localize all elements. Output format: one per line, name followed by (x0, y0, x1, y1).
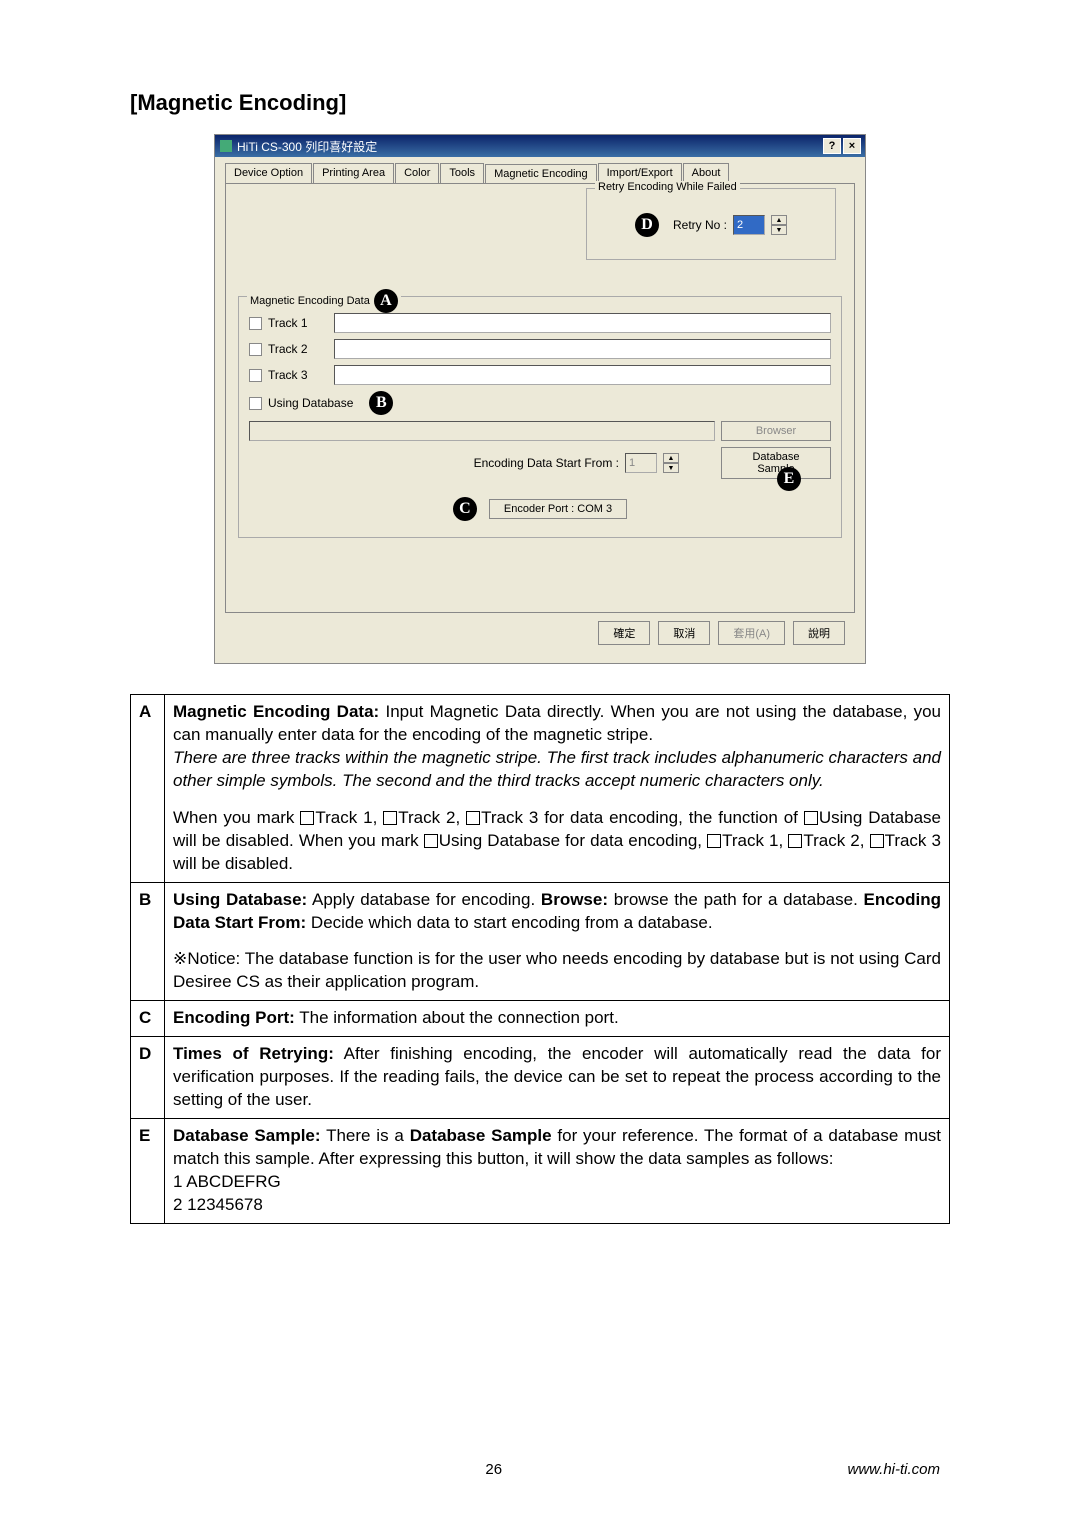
row-desc: Times of Retrying: After finishing encod… (165, 1037, 950, 1119)
cancel-button[interactable]: 取消 (658, 621, 710, 645)
checkbox-icon (870, 834, 884, 848)
retry-group-title: Retry Encoding While Failed (595, 181, 740, 193)
tab-panel: Retry Encoding While Failed D Retry No :… (225, 183, 855, 613)
track3-checkbox[interactable] (249, 369, 262, 382)
table-row: A Magnetic Encoding Data: Input Magnetic… (131, 695, 950, 883)
track1-checkbox[interactable] (249, 317, 262, 330)
encoder-port-label: Encoder Port : COM 3 (489, 499, 627, 519)
track2-checkbox[interactable] (249, 343, 262, 356)
track2-input[interactable] (334, 339, 831, 359)
row-key: D (131, 1037, 165, 1119)
tab-strip: Device Option Printing Area Color Tools … (225, 163, 855, 183)
checkbox-icon (424, 834, 438, 848)
checkbox-icon (300, 811, 314, 825)
table-row: E Database Sample: There is a Database S… (131, 1119, 950, 1224)
using-database-checkbox[interactable] (249, 397, 262, 410)
track3-input[interactable] (334, 365, 831, 385)
page-number: 26 (140, 1461, 847, 1478)
close-button[interactable]: × (843, 138, 861, 154)
encoding-start-spinner[interactable]: ▲▼ (663, 453, 679, 473)
callout-b: B (369, 391, 393, 415)
retry-spinner[interactable]: ▲▼ (771, 215, 787, 235)
row-key: E (131, 1119, 165, 1224)
dialog-titlebar: HiTi CS-300 列印喜好設定 ? × (215, 135, 865, 157)
row-key: C (131, 1001, 165, 1037)
checkbox-icon (466, 811, 480, 825)
dialog-title: HiTi CS-300 列印喜好設定 (237, 138, 823, 155)
callout-a: A (374, 289, 398, 313)
section-heading: [Magnetic Encoding] (130, 90, 950, 116)
table-row: B Using Database: Apply database for enc… (131, 882, 950, 1001)
tab-tools[interactable]: Tools (440, 163, 484, 183)
checkbox-icon (804, 811, 818, 825)
retry-group: Retry Encoding While Failed D Retry No :… (586, 188, 836, 260)
tab-import-export[interactable]: Import/Export (598, 163, 682, 183)
retry-value[interactable]: 2 (733, 215, 765, 235)
apply-button[interactable]: 套用(A) (718, 621, 785, 645)
row-desc: Using Database: Apply database for encod… (165, 882, 950, 1001)
encoding-group-title: Magnetic Encoding Data (250, 295, 370, 307)
using-database-label: Using Database (268, 396, 353, 410)
track1-label: Track 1 (268, 316, 328, 330)
database-path-input (249, 421, 715, 441)
row-desc: Encoding Port: The information about the… (165, 1001, 950, 1037)
track1-input[interactable] (334, 313, 831, 333)
description-table: A Magnetic Encoding Data: Input Magnetic… (130, 694, 950, 1224)
tab-magnetic-encoding[interactable]: Magnetic Encoding (485, 164, 597, 184)
tab-color[interactable]: Color (395, 163, 439, 183)
help-button[interactable]: ? (823, 138, 841, 154)
table-row: C Encoding Port: The information about t… (131, 1001, 950, 1037)
callout-c: C (453, 497, 477, 521)
track2-label: Track 2 (268, 342, 328, 356)
database-sample-button[interactable]: Database Sample (721, 447, 831, 479)
retry-label: Retry No : (673, 218, 727, 232)
encoding-start-label: Encoding Data Start From : (474, 456, 619, 470)
encoding-start-value[interactable]: 1 (625, 453, 657, 473)
help-button-2[interactable]: 說明 (793, 621, 845, 645)
row-desc: Database Sample: There is a Database Sam… (165, 1119, 950, 1224)
checkbox-icon (707, 834, 721, 848)
tab-device-option[interactable]: Device Option (225, 163, 312, 183)
footer-url: www.hi-ti.com (847, 1461, 940, 1478)
ok-button[interactable]: 確定 (598, 621, 650, 645)
checkbox-icon (788, 834, 802, 848)
table-row: D Times of Retrying: After finishing enc… (131, 1037, 950, 1119)
page-footer: 26 www.hi-ti.com (0, 1461, 1080, 1478)
row-key: A (131, 695, 165, 883)
preferences-dialog: HiTi CS-300 列印喜好設定 ? × Device Option Pri… (214, 134, 866, 664)
tab-about[interactable]: About (683, 163, 730, 183)
browser-button[interactable]: Browser (721, 421, 831, 441)
checkbox-icon (383, 811, 397, 825)
row-desc: Magnetic Encoding Data: Input Magnetic D… (165, 695, 950, 883)
track3-label: Track 3 (268, 368, 328, 382)
callout-e: E (777, 467, 801, 491)
tab-printing-area[interactable]: Printing Area (313, 163, 394, 183)
callout-d: D (635, 213, 659, 237)
row-key: B (131, 882, 165, 1001)
app-icon (219, 139, 233, 153)
